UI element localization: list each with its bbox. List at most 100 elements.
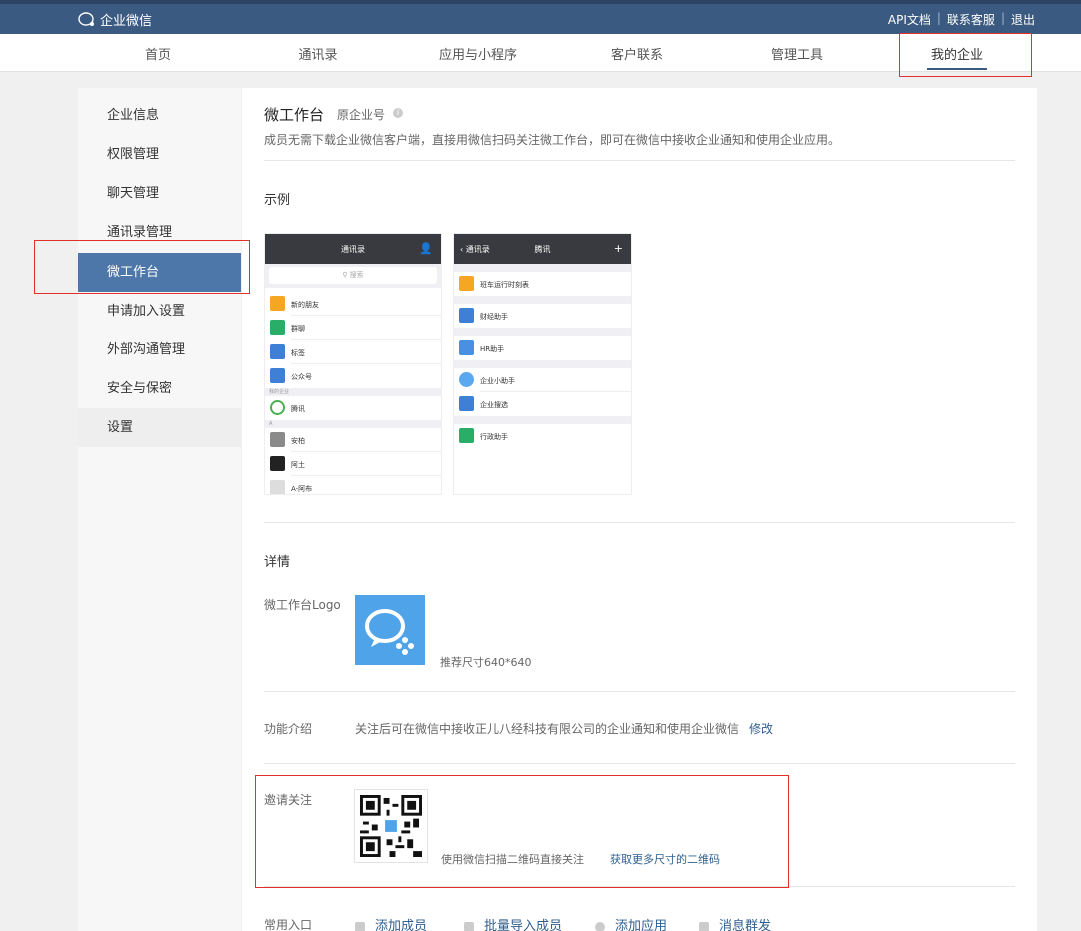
workbench-logo[interactable] bbox=[355, 595, 425, 665]
top-bar: 企业微信 API文档 | 联系客服 | 退出 bbox=[0, 0, 1081, 34]
tab-apps[interactable]: 应用与小程序 bbox=[418, 44, 538, 63]
section-gap bbox=[454, 264, 631, 272]
phone-search: ⚲ 搜索 bbox=[265, 264, 441, 288]
divider bbox=[264, 763, 1015, 764]
finance-icon bbox=[459, 308, 474, 323]
list-item-label: 阿土 bbox=[291, 461, 305, 469]
list-item-label: 腾讯 bbox=[291, 405, 305, 413]
add-contact-icon: 👤 bbox=[419, 242, 433, 255]
sidebar-item-settings[interactable]: 设置 bbox=[78, 408, 241, 447]
divider: | bbox=[936, 11, 941, 25]
sidebar-item-security[interactable]: 安全与保密 bbox=[78, 369, 241, 408]
avatar bbox=[270, 432, 285, 447]
add-app-entry[interactable]: 添加应用 bbox=[595, 915, 667, 931]
entries-label: 常用入口 bbox=[264, 918, 313, 931]
list-item-label: 财经助手 bbox=[480, 313, 508, 321]
section-gap bbox=[454, 360, 631, 368]
list-item: 行政助手 bbox=[454, 424, 631, 448]
info-icon[interactable]: i bbox=[393, 108, 403, 118]
list-item: A-阿布 bbox=[265, 476, 441, 494]
batch-import-entry[interactable]: 批量导入成员 bbox=[464, 915, 562, 931]
section-gap bbox=[454, 296, 631, 304]
brand[interactable]: 企业微信 bbox=[78, 10, 152, 29]
list-item: HR助手 bbox=[454, 336, 631, 360]
add-app-icon bbox=[595, 921, 605, 931]
wework-logo-icon bbox=[78, 11, 94, 26]
divider bbox=[264, 522, 1015, 523]
add-member-entry[interactable]: 添加成员 bbox=[355, 915, 427, 931]
page-description: 成员无需下载企业微信客户端，直接用微信扫码关注微工作台，即可在微信中接收企业通知… bbox=[264, 133, 841, 147]
section-label: 我的企业 bbox=[265, 388, 441, 396]
divider: | bbox=[1000, 11, 1005, 25]
list-item: 标签 bbox=[265, 340, 441, 364]
highlight-my-company bbox=[899, 33, 1032, 77]
add-member-icon bbox=[355, 921, 365, 931]
sidebar-item-chat[interactable]: 聊天管理 bbox=[78, 174, 241, 213]
highlight-workbench bbox=[34, 240, 250, 294]
section-letter: A bbox=[265, 420, 441, 428]
list-item: 安柏 bbox=[265, 428, 441, 452]
list-item: 群聊 bbox=[265, 316, 441, 340]
bus-icon bbox=[459, 276, 474, 291]
official-account-icon bbox=[270, 368, 285, 383]
list-item-label: 新的朋友 bbox=[291, 301, 319, 309]
section-gap bbox=[454, 416, 631, 424]
brand-name: 企业微信 bbox=[100, 14, 153, 29]
group-chat-icon bbox=[270, 320, 285, 335]
tencent-icon bbox=[270, 400, 285, 415]
list-item: 班车运行时刻表 bbox=[454, 272, 631, 296]
list-item: 财经助手 bbox=[454, 304, 631, 328]
admin-icon bbox=[459, 428, 474, 443]
list-item-label: 标签 bbox=[291, 349, 305, 357]
phone-title: 腾讯 bbox=[534, 245, 551, 254]
highlight-invite-qr bbox=[255, 775, 789, 888]
tab-tools[interactable]: 管理工具 bbox=[737, 44, 857, 63]
list-item: 阿土 bbox=[265, 452, 441, 476]
list-item-label: 群聊 bbox=[291, 325, 305, 333]
phone-title: 通讯录 bbox=[341, 245, 365, 254]
tab-customers[interactable]: 客户联系 bbox=[577, 44, 697, 63]
list-item-label: 企业小助手 bbox=[480, 377, 515, 385]
page-title: 微工作台 bbox=[264, 106, 325, 124]
intro-label: 功能介绍 bbox=[264, 722, 313, 736]
batch-import-icon bbox=[464, 921, 474, 931]
tag-icon bbox=[270, 344, 285, 359]
broadcast-entry[interactable]: 消息群发 bbox=[699, 915, 771, 931]
chat-bubble-icon bbox=[365, 609, 414, 655]
divider bbox=[264, 160, 1015, 161]
example-phone-contacts: 通讯录 👤 ⚲ 搜索 新的朋友 群聊 标签 公众号 我的企业 腾讯 A 安柏 阿… bbox=[264, 233, 442, 495]
sidebar-item-permissions[interactable]: 权限管理 bbox=[78, 135, 241, 174]
list-item: 新的朋友 bbox=[265, 292, 441, 316]
hr-icon bbox=[459, 340, 474, 355]
intro-text: 关注后可在微信中接收正儿八经科技有限公司的企业通知和使用企业微信 bbox=[355, 722, 740, 736]
logout-link[interactable]: 退出 bbox=[1011, 11, 1035, 28]
example-phone-workbench: ‹ 通讯录 腾讯 + 班车运行时刻表 财经助手 HR助手 企业小助手 企业搜选 … bbox=[453, 233, 632, 495]
list-item: 腾讯 bbox=[265, 396, 441, 420]
list-item-label: HR助手 bbox=[480, 345, 505, 353]
list-item: 公众号 bbox=[265, 364, 441, 388]
phone-header: ‹ 通讯录 腾讯 + bbox=[454, 234, 631, 264]
tab-contacts[interactable]: 通讯录 bbox=[258, 44, 378, 63]
avatar bbox=[270, 480, 285, 494]
list-item-label: 行政助手 bbox=[480, 433, 508, 441]
sidebar-item-external[interactable]: 外部沟通管理 bbox=[78, 330, 241, 369]
list-item: 企业小助手 bbox=[454, 368, 631, 392]
sidebar: 企业信息 权限管理 聊天管理 通讯录管理 微工作台 申请加入设置 外部沟通管理 … bbox=[78, 88, 241, 931]
details-heading: 详情 bbox=[264, 555, 291, 570]
message-icon bbox=[699, 921, 709, 931]
phone-header: 通讯录 👤 bbox=[265, 234, 441, 264]
modify-link[interactable]: 修改 bbox=[749, 720, 773, 737]
sidebar-item-join-settings[interactable]: 申请加入设置 bbox=[78, 292, 241, 331]
tab-home[interactable]: 首页 bbox=[98, 44, 218, 63]
contact-support-link[interactable]: 联系客服 bbox=[947, 11, 995, 28]
api-docs-link[interactable]: API文档 bbox=[888, 11, 931, 28]
sidebar-item-company-info[interactable]: 企业信息 bbox=[78, 96, 241, 135]
logo-label: 微工作台Logo bbox=[264, 598, 341, 612]
assistant-icon bbox=[459, 372, 474, 387]
list-item-label: 企业搜选 bbox=[480, 401, 508, 409]
list-item-label: A-阿布 bbox=[291, 485, 313, 493]
example-heading: 示例 bbox=[264, 193, 291, 208]
phone-search-box: ⚲ 搜索 bbox=[269, 267, 437, 284]
list-item-label: 公众号 bbox=[291, 373, 312, 381]
list-item: 企业搜选 bbox=[454, 392, 631, 416]
